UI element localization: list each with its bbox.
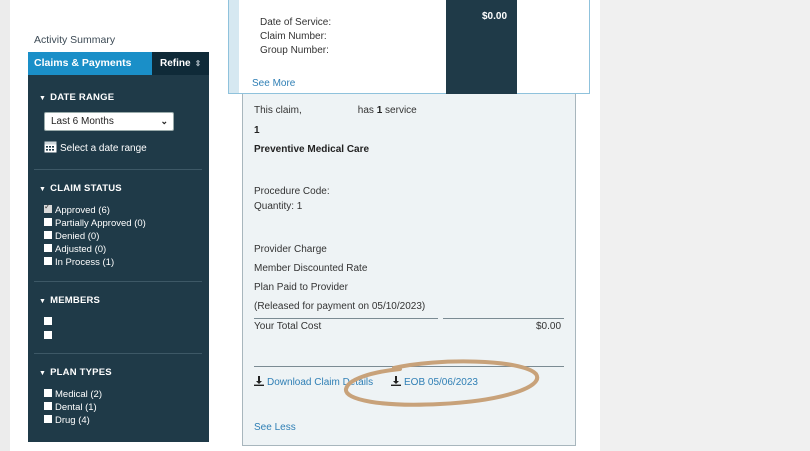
date-range-title: DATE RANGE [50,92,115,103]
checkbox[interactable] [44,389,52,397]
option-label: Medical (2) [55,389,102,400]
procedure-code-label: Procedure Code: [254,186,330,197]
claim-intro: This claim, has 1 service [254,105,417,116]
download-icon [254,376,264,386]
activity-summary-heading: Activity Summary [34,34,116,46]
option-label: Drug (4) [55,415,90,426]
highlight-circle [344,359,540,407]
option-label: In Process (1) [55,257,115,268]
card-accent [229,0,239,93]
date-range-value: Last 6 Months [51,116,114,127]
chevron-down-icon: ⌄ [160,116,168,126]
chevron-updown-icon: ⇕ [194,59,202,68]
option-label: Partially Approved (0) [55,218,146,229]
your-total-cost-label: Your Total Cost [254,321,322,332]
plan-drug-checkbox[interactable]: Drug (4) [44,415,90,426]
members-toggle[interactable]: ▼ MEMBERS [39,295,100,306]
status-denied-checkbox[interactable]: Denied (0) [44,231,99,242]
claim-total-amount: $0.00 [482,11,508,22]
claim-status-toggle[interactable]: ▼ CLAIM STATUS [39,183,122,194]
plan-dental-checkbox[interactable]: Dental (1) [44,402,97,413]
refine-button[interactable]: Refine ⇕ [152,52,209,75]
divider [34,169,202,170]
checkbox[interactable] [44,402,52,410]
panel-header: Claims & Payments Refine ⇕ [28,52,209,75]
status-adjusted-checkbox[interactable]: Adjusted (0) [44,244,106,255]
checkbox[interactable] [44,218,52,226]
tab-claims-payments[interactable]: Claims & Payments [28,52,152,75]
checkbox[interactable] [44,257,52,265]
checkbox[interactable] [44,317,52,325]
option-label: Approved (6) [55,205,110,216]
caret-down-icon: ▼ [39,95,47,102]
plan-paid-label: Plan Paid to Provider [254,282,348,293]
option-label: Denied (0) [55,231,100,242]
total-divider [443,318,564,319]
member-discounted-rate-label: Member Discounted Rate [254,263,368,274]
service-count: 1 [376,105,383,116]
date-of-service-label: Date of Service: [260,17,332,28]
members-title: MEMBERS [50,295,101,306]
right-gutter [600,0,810,451]
status-approved-checkbox[interactable]: Approved (6) [44,202,110,216]
select-date-range-link[interactable]: Select a date range [44,140,147,154]
member-checkbox[interactable] [44,331,55,342]
service-index: 1 [254,125,260,136]
caret-down-icon: ▼ [39,186,47,193]
refine-label: Refine [160,58,191,69]
claim-number-label: Claim Number: [260,31,327,42]
status-partially-approved-checkbox[interactable]: Partially Approved (0) [44,218,146,229]
caret-down-icon: ▼ [39,298,47,305]
total-divider [254,318,438,319]
option-label: Adjusted (0) [55,244,107,255]
checkbox-checked[interactable] [44,202,52,213]
date-range-toggle[interactable]: ▼ DATE RANGE [39,92,114,103]
date-range-select[interactable]: Last 6 Months ⌄ [44,112,174,131]
released-note: (Released for payment on 05/10/2023) [254,301,426,312]
intro-prefix: This claim, [254,105,302,116]
status-in-process-checkbox[interactable]: In Process (1) [44,257,114,268]
plan-medical-checkbox[interactable]: Medical (2) [44,389,102,400]
calendar-icon [44,141,57,153]
intro-mid: has [357,105,374,116]
see-less-link[interactable]: See Less [254,422,296,433]
claim-status-title: CLAIM STATUS [50,183,122,194]
checkbox[interactable] [44,231,52,239]
provider-charge-label: Provider Charge [254,244,327,255]
your-total-cost-value: $0.00 [536,321,562,332]
plan-types-title: PLAN TYPES [50,367,112,378]
caret-down-icon: ▼ [39,370,47,377]
quantity-label: Quantity: 1 [254,201,303,212]
divider [34,353,202,354]
option-label: Dental (1) [55,402,97,413]
checkbox[interactable] [44,415,52,423]
see-more-link[interactable]: See More [252,78,295,89]
checkbox[interactable] [44,244,52,252]
intro-suffix: service [385,105,417,116]
group-number-label: Group Number: [260,45,329,56]
checkbox[interactable] [44,331,52,339]
service-name: Preventive Medical Care [254,144,370,155]
member-checkbox[interactable] [44,317,55,328]
select-date-range-label: Select a date range [60,143,147,154]
plan-types-toggle[interactable]: ▼ PLAN TYPES [39,367,112,378]
divider [34,281,202,282]
